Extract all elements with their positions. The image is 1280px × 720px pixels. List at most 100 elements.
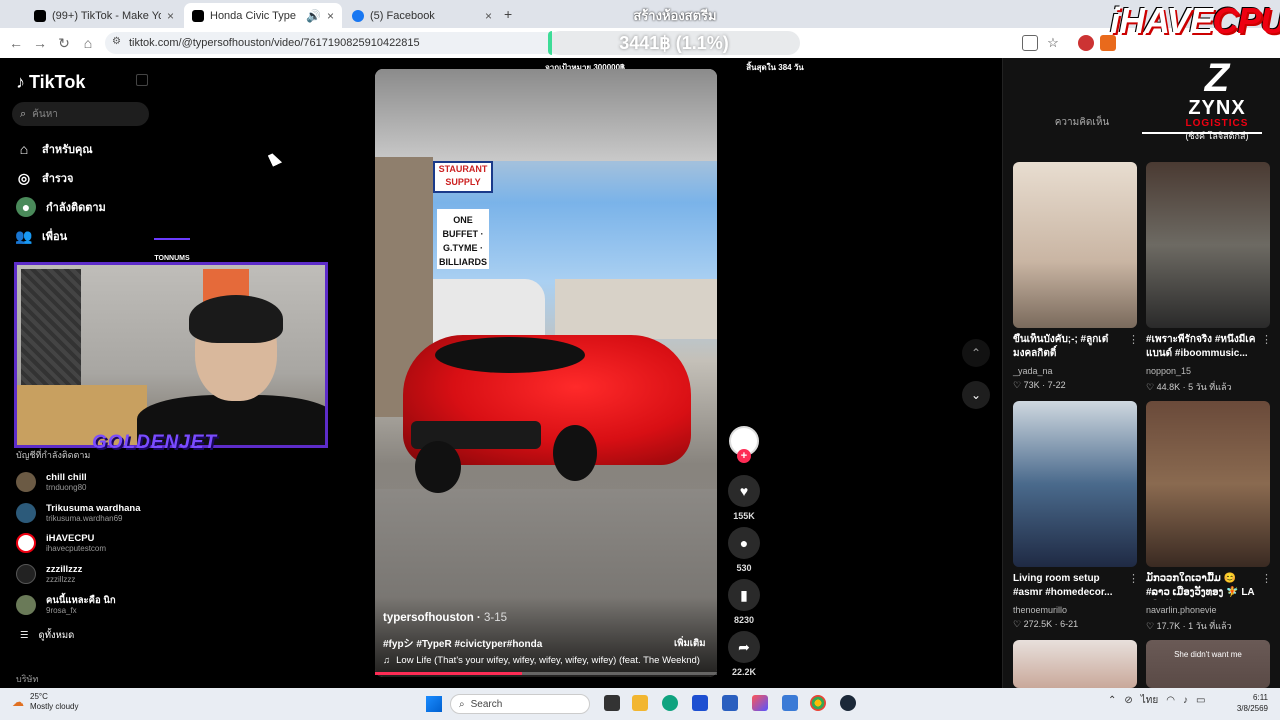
language-indicator[interactable]: ไทย — [1141, 693, 1158, 708]
webcam-overlay — [14, 262, 328, 448]
taskbar-search[interactable]: ⌕ Search — [450, 694, 590, 714]
clock[interactable]: 6:11 3/8/2569 — [1228, 692, 1268, 714]
weather-widget[interactable]: ☁ 25°C Mostly cloudy — [12, 692, 78, 712]
related-stat: ♡ 17.7K · 1 วัน ที่แล้ว — [1146, 621, 1232, 631]
next-video-button[interactable]: ⌄ — [962, 381, 990, 409]
file-explorer-icon[interactable] — [632, 695, 648, 711]
chrome-icon[interactable] — [810, 695, 826, 711]
collapse-sidebar-icon[interactable] — [136, 74, 148, 86]
app-icon[interactable] — [692, 695, 708, 711]
nav-following[interactable]: ● กำลังติดตาม — [16, 196, 106, 218]
previous-video-button[interactable]: ⌃ — [962, 339, 990, 367]
webcam-tag: TONNUMS — [154, 255, 190, 262]
tab-civic[interactable]: Honda Civic Type R: Stance 🔊 × — [184, 3, 342, 28]
weather-desc: Mostly cloudy — [30, 702, 79, 711]
tiktok-favicon-icon — [34, 9, 46, 22]
following-account[interactable]: iHAVECPU ihavecputestcom — [16, 530, 106, 556]
company-link[interactable]: บริษัท — [16, 672, 38, 686]
front-wheel — [415, 441, 461, 493]
canopy-roof — [375, 69, 717, 161]
save-button[interactable]: ▮ — [728, 579, 760, 611]
like-button[interactable]: ♥ — [728, 475, 760, 507]
video-date: 3-15 — [483, 612, 507, 624]
task-view-icon[interactable] — [604, 695, 620, 711]
related-title[interactable]: Living room setup #asmr #homedecor... — [1013, 572, 1125, 600]
more-options-icon[interactable]: ⋮ — [1128, 572, 1139, 585]
nav-label: เพื่อน — [42, 231, 68, 243]
store-icon[interactable] — [722, 695, 738, 711]
close-tab-icon[interactable]: × — [485, 9, 492, 23]
tab-title: (99+) TikTok - Make Your Day — [52, 9, 161, 22]
related-author[interactable]: noppon_15 — [1146, 366, 1191, 376]
clock-date: 3/8/2569 — [1236, 704, 1268, 713]
nav-friends[interactable]: 👥 เพื่อน — [15, 225, 68, 247]
comment-button[interactable]: ● — [728, 527, 760, 559]
close-tab-icon[interactable]: × — [167, 9, 174, 23]
install-icon[interactable] — [1022, 35, 1038, 51]
video-player[interactable]: STAURANT SUPPLY ONE BUFFET · G.TYME · BI… — [375, 69, 717, 677]
chevron-up-icon: ⌃ — [970, 346, 982, 360]
tab-tiktok[interactable]: (99+) TikTok - Make Your Day × — [26, 3, 182, 28]
app-icon[interactable] — [782, 695, 798, 711]
list-icon: ☰ — [20, 630, 29, 641]
following-account[interactable]: คนนี้แหละคือ นิก 9rosa_fx — [16, 592, 116, 618]
related-author[interactable]: thenoemurillo — [1013, 605, 1067, 615]
reload-button[interactable]: ↻ — [54, 33, 74, 53]
site-info-icon[interactable]: ⚙ — [112, 36, 124, 50]
video-caption[interactable]: #fypシ #TypeR #civictyper#honda — [383, 635, 542, 650]
nav-for-you[interactable]: ⌂ สำหรับคุณ — [16, 138, 93, 160]
see-all-label: ดูทั้งหมด — [38, 630, 75, 641]
background-building — [555, 279, 717, 339]
home-button[interactable]: ⌂ — [78, 33, 98, 53]
speaker-icon[interactable]: 🔊 — [306, 9, 321, 23]
sponsor-sub: LOGISTICS — [1185, 118, 1249, 129]
more-options-icon[interactable]: ⋮ — [1261, 333, 1272, 346]
related-title[interactable]: ມັກວວກໃດເວາມື້ມ 😊 #ລາວ ເມືອງວັງທອງ 🧚 LA … — [1146, 572, 1258, 600]
tab-facebook[interactable]: (5) Facebook × — [344, 3, 500, 28]
related-thumbnail[interactable] — [1146, 401, 1270, 567]
search-input[interactable]: ⌕ ค้นหา — [12, 102, 149, 126]
related-thumbnail[interactable] — [1013, 162, 1137, 328]
tab-title: (5) Facebook — [370, 9, 435, 22]
video-progress-fill — [375, 672, 522, 675]
following-account[interactable]: Trikusuma wardhana trikusuma.wardhan69 — [16, 500, 141, 526]
back-button[interactable]: ← — [6, 33, 26, 53]
nav-explore[interactable]: ◎ สำรวจ — [16, 167, 74, 189]
more-options-icon[interactable]: ⋮ — [1261, 572, 1272, 585]
see-all-link[interactable]: ☰ ดูทั้งหมด — [20, 628, 74, 643]
following-icon: ● — [16, 197, 36, 217]
avatar — [16, 595, 36, 615]
video-music[interactable]: ♫ Low Life (That's your wifey, wifey, wif… — [383, 655, 709, 666]
steam-icon[interactable] — [840, 695, 856, 711]
share-button[interactable]: ➦ — [728, 631, 760, 663]
forward-button[interactable]: → — [30, 33, 50, 53]
avatar — [16, 533, 36, 553]
related-title[interactable]: ขึ้นเท็นบังคับ;-; #ลูกเต๋ มงคลกิตติ์ — [1013, 333, 1125, 361]
related-author[interactable]: navarlin.phonevie — [1146, 605, 1217, 615]
following-account[interactable]: zzzillzzz zzzillzzz — [16, 561, 82, 587]
share-icon: ➦ — [738, 638, 750, 655]
related-thumbnail[interactable] — [1146, 162, 1270, 328]
tiktok-logo[interactable]: ♪ TikTok — [16, 72, 85, 93]
video-author[interactable]: typersofhouston · 3-15 — [383, 612, 507, 624]
related-author[interactable]: _yada_na — [1013, 366, 1053, 376]
edge-icon[interactable] — [662, 695, 678, 711]
account-name: คนนี้แหละคือ นิก — [46, 594, 116, 606]
related-thumbnail[interactable] — [1013, 640, 1137, 688]
bookmark-star-icon[interactable]: ☆ — [1045, 35, 1061, 51]
follow-plus-icon[interactable]: + — [737, 449, 751, 463]
tab-comments[interactable]: ความคิดเห็น — [1030, 115, 1134, 130]
extension-icon[interactable] — [1078, 35, 1094, 51]
related-title[interactable]: #เพราะพี่รักจริง #หนึ่งมีเคแบนด์ #iboomm… — [1146, 333, 1258, 361]
see-more-button[interactable]: เพิ่มเติม — [674, 636, 705, 651]
related-thumbnail[interactable] — [1146, 640, 1270, 688]
more-options-icon[interactable]: ⋮ — [1128, 333, 1139, 346]
new-tab-button[interactable]: + — [504, 6, 512, 22]
close-tab-icon[interactable]: × — [327, 9, 334, 23]
sponsor-name: ZYNX — [1188, 97, 1246, 119]
related-thumbnail[interactable] — [1013, 401, 1137, 567]
following-account[interactable]: chill chill trnduong80 — [16, 469, 87, 495]
system-tray[interactable]: ⌃ ⊘ ไทย ◠ ♪ ▭ — [1108, 693, 1224, 708]
windows-start-icon[interactable] — [426, 696, 442, 712]
copilot-icon[interactable] — [752, 695, 768, 711]
